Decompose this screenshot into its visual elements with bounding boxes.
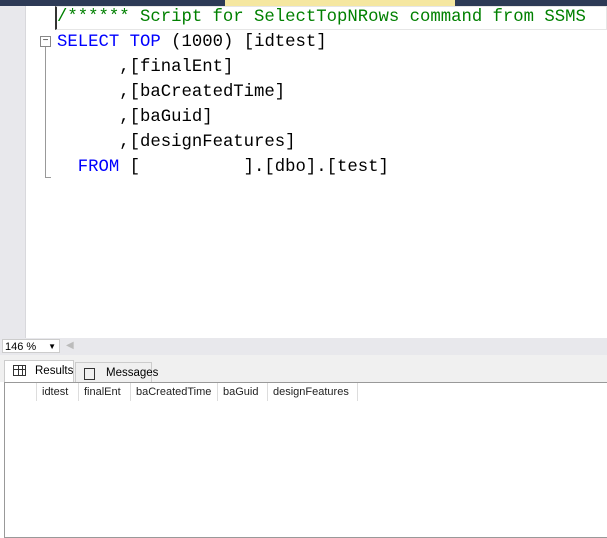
grid-icon (13, 365, 26, 376)
chevron-down-icon: ▼ (48, 342, 56, 351)
code-text: ,[finalEnt] (119, 58, 234, 77)
tab-results[interactable]: Results (4, 360, 74, 382)
code-text: ,[baCreatedTime] (119, 83, 286, 102)
code-text: ,[baGuid] (119, 108, 213, 127)
tab-label: Results (35, 365, 74, 377)
keyword-select: SELECT (57, 33, 120, 52)
tab-label: Messages (106, 367, 159, 379)
sql-code[interactable]: /****** Script for SelectTopNRows comman… (57, 5, 586, 180)
keyword-from: FROM (77, 158, 120, 177)
row-header-corner (5, 383, 37, 401)
column-header[interactable]: finalEnt (79, 383, 131, 401)
code-text: [ ].[dbo].[test] (119, 158, 389, 177)
zoom-dropdown[interactable]: 146 % ▼ (2, 339, 60, 353)
column-header[interactable]: designFeatures (268, 383, 358, 401)
scroll-left-icon[interactable]: ◀ (66, 340, 74, 351)
column-header[interactable]: baCreatedTime (131, 383, 218, 401)
comment-line: /****** Script for SelectTopNRows comman… (57, 8, 586, 27)
fold-guide-end (45, 177, 51, 178)
keyword-top: TOP (129, 33, 161, 52)
fold-guide (45, 47, 46, 177)
collapse-icon[interactable]: − (40, 36, 51, 47)
tab-messages[interactable]: Messages (75, 362, 158, 383)
zoom-value: 146 % (5, 341, 37, 353)
results-grid[interactable] (4, 382, 607, 538)
horizontal-scrollbar[interactable] (0, 338, 607, 355)
code-text: (1000) [idtest] (160, 33, 327, 52)
column-header[interactable]: idtest (37, 383, 79, 401)
messages-icon (84, 368, 95, 380)
code-text: ,[designFeatures] (119, 133, 296, 152)
column-header[interactable]: baGuid (218, 383, 268, 401)
editor-gutter (0, 6, 26, 338)
